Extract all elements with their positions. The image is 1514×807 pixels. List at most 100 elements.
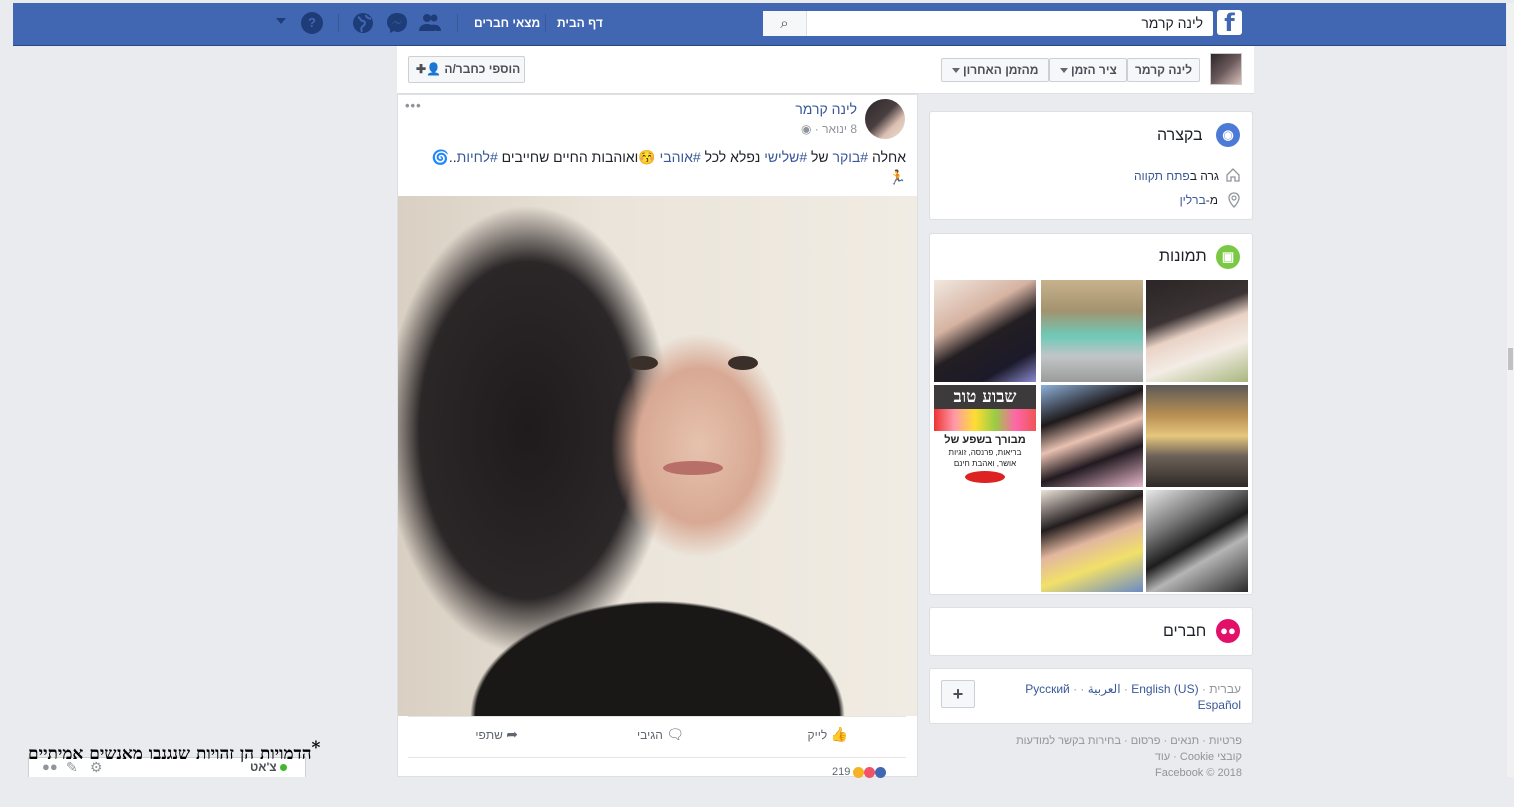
photo-detail: [728, 356, 758, 370]
profile-name-button[interactable]: לינה קרמר: [1127, 58, 1200, 82]
search-icon[interactable]: ⌕: [763, 11, 807, 36]
comment-icon: 🗨: [666, 726, 684, 742]
flowers-decoration: [934, 409, 1036, 431]
hashtag-link[interactable]: #בוקר: [833, 149, 869, 165]
sign-line-3: אושר, ואהבת חינם: [953, 459, 1017, 468]
language-arabic[interactable]: العربية: [1088, 682, 1121, 696]
disclaimer-star: *: [311, 738, 321, 758]
from-city-link[interactable]: ברלין: [1180, 193, 1206, 207]
like-button[interactable]: 👍 לייק: [798, 726, 848, 746]
post-text-part: אחלה: [868, 149, 906, 165]
share-label: שתפי: [475, 728, 503, 742]
help-icon[interactable]: ?: [301, 12, 323, 34]
intro-title: בקצרה: [1157, 127, 1203, 144]
comment-button[interactable]: 🗨 הגיבי: [628, 726, 684, 746]
language-english[interactable]: English (US): [1131, 682, 1198, 696]
post-author-name[interactable]: לינה קרמר: [760, 101, 857, 117]
chevron-down-icon: [1060, 68, 1068, 74]
running-emoji: 🏃: [888, 169, 906, 185]
reactions-summary[interactable]: 219: [832, 766, 887, 778]
photos-icon: ▣: [1216, 245, 1240, 269]
post-options-menu-icon[interactable]: •••: [405, 98, 422, 113]
photo-thumbnail-shavua-tov[interactable]: שבוע טוב מבורך בשפע של בריאות, פרנסה, זו…: [934, 385, 1036, 487]
comment-label: הגיבי: [637, 728, 663, 742]
scrollbar-thumb[interactable]: [1508, 348, 1513, 370]
facebook-logo-icon[interactable]: f: [1217, 10, 1242, 35]
photo-thumbnail[interactable]: [1041, 385, 1143, 487]
post-timestamp[interactable]: 8 ינואר · ◉: [780, 122, 857, 136]
footer-links[interactable]: פרטיות · תנאים · פרסום · בחירות בקשר למו…: [960, 735, 1242, 747]
recent-label: מהזמן האחרון: [963, 63, 1039, 77]
like-icon: 👍: [830, 726, 848, 742]
nav-divider: [338, 14, 339, 32]
language-spanish[interactable]: Español: [1198, 698, 1241, 712]
share-icon: ➦: [506, 726, 518, 742]
recent-dropdown[interactable]: מהזמן האחרון: [941, 58, 1049, 82]
footer-cookies-more[interactable]: קובצי Cookie · עוד: [1030, 751, 1242, 763]
public-globe-icon: ◉: [800, 122, 812, 136]
timeline-dropdown[interactable]: ציר הזמן: [1049, 58, 1127, 82]
add-friend-icon: ✚👤: [416, 62, 441, 76]
photo-detail: [628, 356, 658, 370]
add-friend-label: הוספי כחבר/ה: [444, 62, 521, 76]
lives-in-row: גרה בפתח תקווה: [1129, 169, 1219, 183]
post-text-part: ..🌀: [431, 149, 457, 165]
nav-divider: [457, 14, 458, 32]
globe-icon: ◉: [1216, 123, 1240, 147]
disclaimer-note: הדמויות הן זהויות שנגנבו מאנשים אמיתיים*: [28, 738, 320, 764]
hashtag-link[interactable]: #לחיות: [457, 149, 498, 165]
photo-detail: [663, 461, 723, 475]
post-text-part: של: [807, 149, 833, 165]
language-current: עברית: [1209, 682, 1241, 696]
from-row: מ-ברלין: [1160, 193, 1218, 207]
photo-thumbnail[interactable]: [934, 280, 1036, 382]
add-language-button[interactable]: +: [941, 680, 975, 708]
lives-in-city-link[interactable]: פתח תקווה: [1134, 169, 1190, 183]
photo-thumbnail[interactable]: [1146, 385, 1248, 487]
photo-thumbnail[interactable]: [1146, 490, 1248, 592]
photo-thumbnail[interactable]: [1041, 490, 1143, 592]
photos-title: תמונות: [1159, 248, 1207, 265]
post-date: 8 ינואר: [822, 122, 857, 136]
friends-icon: ●●: [1216, 619, 1240, 643]
divider: [408, 716, 906, 717]
love-reaction-icon: [864, 766, 876, 778]
photo-thumbnail[interactable]: [1041, 280, 1143, 382]
nav-divider: [545, 14, 546, 32]
friend-requests-icon[interactable]: [418, 12, 442, 34]
messenger-icon[interactable]: [386, 12, 408, 34]
home-icon: [1225, 167, 1241, 183]
profile-avatar-small[interactable]: [1210, 53, 1242, 85]
search-input[interactable]: לינה קרמר: [1141, 15, 1203, 31]
reactions-count: 219: [832, 766, 851, 778]
like-label: לייק: [807, 728, 828, 742]
language-russian[interactable]: Русский: [1025, 682, 1070, 696]
account-menu-chevron-icon[interactable]: [276, 18, 286, 24]
search-box[interactable]: ⌕ לינה קרמר: [763, 11, 1213, 36]
hashtag-link[interactable]: #אוהבי: [660, 149, 701, 165]
hashtag-link[interactable]: #שלישי: [764, 149, 807, 165]
share-button[interactable]: ➦ שתפי: [462, 726, 518, 746]
from-prefix: מ-: [1205, 193, 1218, 207]
online-status-icon: [279, 764, 287, 772]
post-author-avatar[interactable]: [865, 99, 905, 139]
timeline-label: ציר הזמן: [1071, 63, 1117, 77]
sign-line-1: מבורך בשפע של: [944, 434, 1026, 446]
photo-thumbnail[interactable]: [1146, 280, 1248, 382]
chevron-down-icon: [952, 68, 960, 74]
notifications-globe-icon[interactable]: [352, 12, 374, 34]
footer-copyright: Facebook © 2018: [1155, 767, 1242, 779]
top-navigation-bar: [13, 3, 1506, 46]
disclaimer-text: הדמויות הן זהויות שנגנבו מאנשים אמיתיים: [28, 744, 312, 764]
language-list: עברית · English (US) · العربية · Русский…: [1025, 682, 1241, 712]
post-photo[interactable]: [398, 196, 917, 716]
like-reaction-icon: [875, 766, 887, 778]
add-friend-button[interactable]: ✚👤 הוספי כחבר/ה: [408, 56, 525, 83]
nav-home-link[interactable]: דף הבית: [557, 16, 603, 30]
post-text-part: 😚ואוהבות החיים שחייבים: [497, 149, 660, 165]
scrollbar-track[interactable]: [1507, 3, 1514, 777]
nav-find-friends-link[interactable]: מצאי חברים: [474, 16, 540, 30]
wow-reaction-icon: [853, 766, 865, 778]
friends-title: חברים: [1163, 623, 1207, 640]
post-text-part: נפלא לכל: [700, 149, 765, 165]
